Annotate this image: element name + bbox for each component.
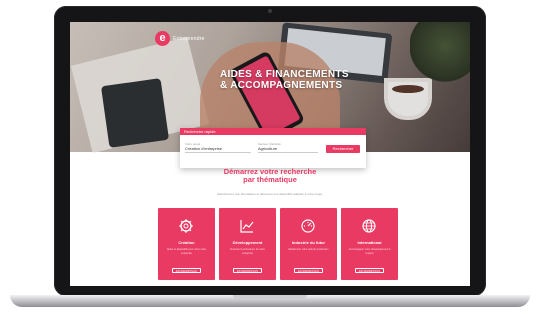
section-subtitle: Sélectionnez une thématique et découvrez… [216,192,324,196]
card-title: Création [178,240,195,245]
card-development[interactable]: Développement Financer la croissance de … [219,208,276,280]
card-description: Moderniser votre outil de production [288,248,329,251]
sector-select[interactable]: Secteur d'activité Agriculture [258,142,318,158]
site-logo[interactable]: e Entreprendre [155,31,205,46]
card-description: Accompagner votre développement à l'expo… [348,248,391,255]
search-button[interactable]: Rechercher [326,145,360,153]
sector-value: Agriculture [258,146,318,153]
section-title-line-2: par thématique [243,175,297,184]
card-creation[interactable]: Création Aides et dispositifs pour créer… [158,208,215,280]
camera-icon [268,9,272,13]
card-button[interactable]: EN SAVOIR PLUS [355,268,384,273]
logo-text: Entreprendre [173,35,205,42]
card-international[interactable]: International Accompagner votre développ… [341,208,398,280]
quick-search-panel: Recherche rapide Votre projet Création d… [180,128,366,168]
card-title: Développement [232,240,263,245]
search-header: Recherche rapide [180,128,366,135]
project-value: Création d'entreprise [185,146,251,153]
logo-mark-icon: e [155,31,170,46]
chart-icon [240,220,254,233]
laptop-notch [233,295,307,299]
browser-screen: e Entreprendre AIDES & FINANCEMENTS & AC… [70,22,470,286]
gear-icon [179,219,193,233]
card-button[interactable]: EN SAVOIR PLUS [172,268,201,273]
section-title: Démarrez votre recherche par thématique [70,168,470,184]
theme-cards: Création Aides et dispositifs pour créer… [158,208,398,280]
hero-headline: AIDES & FINANCEMENTS & ACCOMPAGNEMENTS [220,69,349,91]
card-description: Financer la croissance de votre entrepri… [230,248,265,255]
card-industry[interactable]: Industrie du futur Moderniser votre outi… [280,208,337,280]
dial-icon [301,219,315,233]
card-button[interactable]: EN SAVOIR PLUS [233,268,262,273]
headline-line-1: AIDES & FINANCEMENTS [220,69,349,80]
card-title: International [357,240,382,245]
headline-line-2: & ACCOMPAGNEMENTS [220,80,343,91]
card-description: Aides et dispositifs pour créer votre en… [166,248,207,255]
card-button[interactable]: EN SAVOIR PLUS [294,268,323,273]
globe-icon [362,219,376,233]
card-title: Industrie du futur [291,240,326,245]
project-select[interactable]: Votre projet Création d'entreprise [185,142,251,158]
